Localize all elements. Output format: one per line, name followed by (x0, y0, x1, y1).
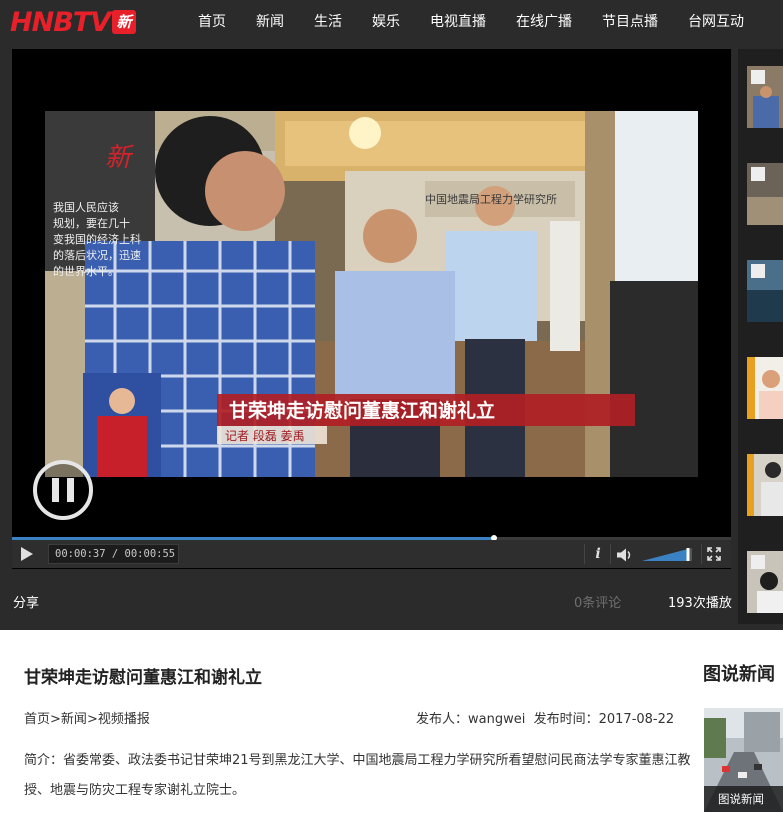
fullscreen-icon[interactable] (707, 547, 721, 561)
breadcrumb-home[interactable]: 首页 (24, 712, 50, 727)
video-wall-text-4: 的落后状况，迅速 (53, 248, 141, 262)
related-video-thumbnail[interactable] (747, 357, 783, 419)
nav-item-on-demand[interactable]: 节目点播 (602, 0, 658, 44)
breadcrumb: 首页>新闻>视频播报 (24, 708, 150, 727)
time-display: 00:00:37 / 00:00:55 (48, 544, 179, 564)
control-divider (584, 544, 585, 564)
article-section: 甘荣坤走访慰问董惠江和谢礼立 首页>新闻>视频播报 发布人：wangwei 发布… (0, 630, 783, 816)
publisher: 发布人：wangwei (416, 712, 526, 727)
publish-time: 发布时间：2017-08-22 (533, 712, 675, 727)
video-player[interactable]: 甘荣坤走访慰问董惠江和谢礼立 记者 段磊 姜禹 我国人民应该 规划，要在几十 变… (12, 49, 731, 569)
control-divider (610, 544, 611, 564)
breadcrumb-separator: > (50, 712, 61, 727)
nav-item-life[interactable]: 生活 (314, 0, 342, 44)
nav-item-tv-live[interactable]: 电视直播 (430, 0, 486, 44)
nav-item-interactive[interactable]: 台网互动 (688, 0, 744, 44)
breadcrumb-separator: > (86, 712, 98, 727)
main-nav: 首页 新闻 生活 娱乐 电视直播 在线广播 节目点播 台网互动 (0, 0, 783, 44)
article-title: 甘荣坤走访慰问董惠江和谢礼立 (24, 668, 262, 688)
share-button[interactable]: 分享 (13, 592, 39, 611)
comment-count[interactable]: 0条评论 (574, 592, 621, 611)
page: HNBTV 新 首页 新闻 生活 娱乐 电视直播 在线广播 节目点播 台网互动 (0, 0, 783, 816)
related-video-thumbnail[interactable] (747, 163, 783, 225)
top-navigation-bar: HNBTV 新 首页 新闻 生活 娱乐 电视直播 在线广播 节目点播 台网互动 (0, 0, 783, 44)
play-icon[interactable] (21, 547, 33, 561)
volume-icon[interactable] (616, 548, 632, 562)
player-controls: 00:00:37 / 00:00:55 i (12, 540, 731, 568)
sidebar-image-caption: 图说新闻 (704, 786, 783, 812)
breadcrumb-video-report[interactable]: 视频播报 (98, 712, 150, 727)
nav-item-news[interactable]: 新闻 (256, 0, 284, 44)
pause-button[interactable] (33, 460, 93, 520)
video-wall-text-5: 的世界水平。 (53, 264, 119, 278)
sidebar-news-image[interactable]: 图说新闻 (704, 708, 783, 812)
player-zone: 甘荣坤走访慰问董惠江和谢礼立 记者 段磊 姜禹 我国人民应该 规划，要在几十 变… (0, 44, 783, 630)
control-divider (701, 544, 702, 564)
video-frame[interactable]: 甘荣坤走访慰问董惠江和谢礼立 记者 段磊 姜禹 我国人民应该 规划，要在几十 变… (45, 111, 698, 477)
video-wall-text-1: 我国人民应该 (53, 200, 119, 214)
svg-text:新: 新 (105, 143, 135, 173)
sidebar-title: 图说新闻 (703, 664, 775, 685)
video-caption-main: 甘荣坤走访慰问董惠江和谢礼立 (229, 399, 495, 422)
pause-bar-right (67, 478, 74, 502)
breadcrumb-news[interactable]: 新闻 (61, 712, 87, 727)
volume-slider[interactable] (642, 548, 692, 561)
article-summary: 简介：省委常委、政法委书记甘荣坤21号到黑龙江大学、中国地震局工程力学研究所看望… (24, 753, 691, 798)
video-sign-text: 中国地震局工程力学研究所 (425, 192, 557, 206)
video-caption-sub: 记者 段磊 姜禹 (225, 428, 305, 443)
nav-item-home[interactable]: 首页 (198, 0, 226, 44)
related-video-thumbnail[interactable] (747, 260, 783, 322)
info-icon[interactable]: i (590, 544, 606, 564)
nav-item-online-radio[interactable]: 在线广播 (516, 0, 572, 44)
publish-info: 发布人：wangwei 发布时间：2017-08-22 (416, 708, 674, 727)
related-videos-rail (738, 49, 783, 624)
nav-item-entertainment[interactable]: 娱乐 (372, 0, 400, 44)
related-video-thumbnail[interactable] (747, 454, 783, 516)
play-count: 193次播放 (668, 596, 732, 611)
pause-bar-left (52, 478, 59, 502)
related-video-thumbnail[interactable] (747, 66, 783, 128)
video-wall-text-3: 变我国的经济上科 (53, 232, 141, 246)
video-scene: 甘荣坤走访慰问董惠江和谢礼立 记者 段磊 姜禹 我国人民应该 规划，要在几十 变… (45, 111, 698, 477)
related-video-thumbnail[interactable] (747, 551, 783, 613)
video-wall-text-2: 规划，要在几十 (53, 216, 130, 230)
